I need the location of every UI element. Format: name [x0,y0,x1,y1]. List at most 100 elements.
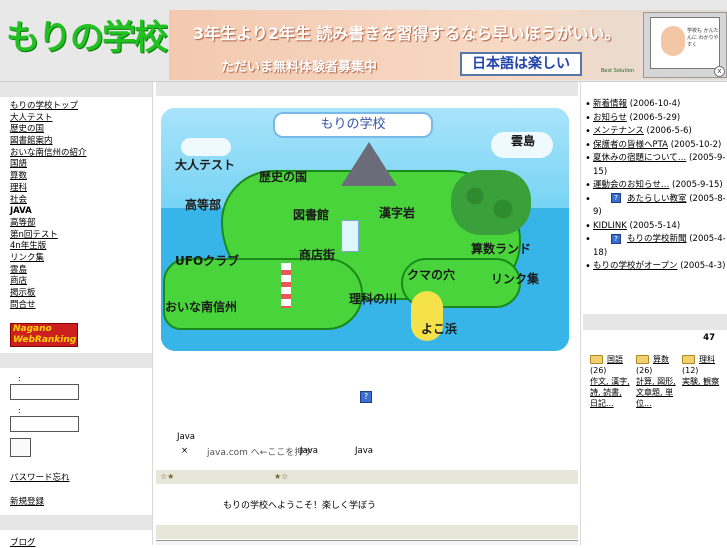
menu-item[interactable]: 4n年生版 [10,241,152,253]
map-label-links[interactable]: リンク集 [491,270,539,287]
news-item[interactable]: ?あたらしい教室 (2005-8-9) [585,193,727,220]
map-label-kanji-rock[interactable]: 漢字岩 [379,204,415,221]
username-label: : [18,374,21,384]
missing-image-icon: ? [611,193,621,203]
menu-item[interactable]: 高等部 [10,218,152,230]
laptop-screen: 学校も かんたんに わかりやすく [650,17,720,69]
folder-icon [590,355,603,364]
menu-item[interactable]: もりの学校トップ [10,101,152,113]
left-sidebar: もりの学校トップ 大人テスト 歴史の国 図書館案内 おいな南信州の紹介 国語 算… [0,82,153,548]
username-field[interactable] [10,384,79,401]
map-label-minami-shinshu[interactable]: おいな南信州 [165,298,237,315]
folder-icon [682,355,695,364]
school-map-image[interactable]: もりの学校 大人テスト 歴史の国 雲島 高等部 図書館 漢字岩 UFOクラブ 商… [161,108,569,351]
mountain-icon [341,142,397,186]
forest-icon [451,170,531,235]
menu-item[interactable]: 大人テスト [10,113,152,125]
java-mark: × [181,446,189,456]
menu-item[interactable]: 社会 [10,195,152,207]
right-sidebar: 新着情報 (2006-10-4) お知らせ (2006-5-29) メンテナンス… [580,82,727,545]
map-label-shopping[interactable]: 商店街 [299,246,335,263]
sidebar-header-bar [0,82,152,97]
news-list: 新着情報 (2006-10-4) お知らせ (2006-5-29) メンテナンス… [581,82,727,274]
forgot-password-link[interactable]: パスワード忘れ [10,471,152,483]
missing-image-icon[interactable]: ? [360,391,372,403]
blog-header-bar [0,515,152,531]
menu-item[interactable]: 図書館案内 [10,136,152,148]
banner-credit: Best Solution [601,68,635,74]
nagano-badge-line1: Nagano [13,324,52,335]
news-item[interactable]: 新着情報 (2006-10-4) [585,98,727,112]
folder-category[interactable]: 国語 (26) 作文, 漢字, 詩, 読書, 日記... [590,354,632,409]
menu-item[interactable]: 商店 [10,276,152,288]
menu-item[interactable]: 歴史の国 [10,124,152,136]
content-top-bar [156,82,578,96]
java-text-2: Java [300,446,318,456]
cloud-icon [181,138,231,156]
map-label-ufo-club[interactable]: UFOクラブ [175,252,239,269]
password-field[interactable] [10,416,79,433]
close-icon[interactable]: x [714,66,725,77]
login-button[interactable] [10,438,31,458]
map-label-high-school[interactable]: 高等部 [185,196,221,213]
folder-icon [636,355,649,364]
register-link[interactable]: 新規登録 [10,495,152,507]
ad-banner[interactable]: 3年生より2年生 読み書きを習得するなら早いほうがいい。 ただいま無料体験者募集… [169,10,727,80]
waterfall-icon [341,220,359,252]
menu-item[interactable]: リンク集 [10,253,152,265]
menu-item[interactable]: おいな南信州の紹介 [10,148,152,160]
menu-item[interactable]: 算数 [10,171,152,183]
java-text-3: Java [355,446,373,456]
map-label-math-land[interactable]: 算数ランド [471,240,531,257]
nagano-badge-line2: WebRanking [13,335,77,346]
sidebar-menu: もりの学校トップ 大人テスト 歴史の国 図書館案内 おいな南信州の紹介 国語 算… [0,97,152,311]
page-header: もりの学校 3年生より2年生 読み書きを習得するなら早いほうがいい。 ただいま無… [0,0,727,82]
news-item[interactable]: ?もりの学校新聞 (2005-4-18) [585,233,727,260]
menu-item-java[interactable]: JAVA [10,206,152,218]
banner-button[interactable]: 日本語は楽しい [460,52,582,76]
folder-category[interactable]: 算数 (26) 計算, 図形, 文章題, 単位... [636,354,678,409]
news-item[interactable]: もりの学校がオープン (2005-4-3) [585,260,727,274]
banner-headline: 3年生より2年生 読み書きを習得するなら早いほうがいい。 [193,24,621,43]
java-label: Java [177,432,195,442]
nagano-ranking-badge[interactable]: Nagano WebRanking [10,323,78,348]
map-label-adult-test[interactable]: 大人テスト [175,156,235,173]
news-item[interactable]: 保護者の皆様へPTA (2005-10-2) [585,139,727,153]
content-star-bar: ☆★ ★☆ [156,470,578,484]
map-label-yoko-beach[interactable]: よこ浜 [421,320,457,337]
map-label-history[interactable]: 歴史の国 [259,168,307,185]
map-label-library[interactable]: 図書館 [293,206,329,223]
map-title: もりの学校 [273,112,433,138]
news-item[interactable]: 運動会のお知らせ… (2005-9-15) [585,179,727,193]
java-download-link[interactable]: java.com へ←ここを押す [207,445,312,458]
map-label-cloud-island[interactable]: 雲島 [511,132,535,149]
menu-item[interactable]: 問合せ [10,300,152,312]
right-section-bar [583,314,727,330]
map-label-bear-cave[interactable]: クマの穴 [407,266,455,283]
password-label: : [18,406,21,416]
laptop-text: 学校も かんたんに わかりやすく [687,28,719,48]
news-item[interactable]: メンテナンス (2006-5-6) [585,125,727,139]
news-item[interactable]: お知らせ (2006-5-29) [585,112,727,126]
entry-count: 47 [703,333,715,343]
menu-item[interactable]: 掲示板 [10,288,152,300]
news-item[interactable]: 夏休みの宿題について… (2005-9-15) [585,152,727,179]
star-decoration-left: ☆★ [160,472,175,481]
site-logo[interactable]: もりの学校 [6,10,168,59]
lighthouse-icon [281,263,291,308]
content-footer-strip [156,540,578,545]
menu-item[interactable]: 国語 [10,159,152,171]
main-content: もりの学校 大人テスト 歴史の国 雲島 高等部 図書館 漢字岩 UFOクラブ 商… [153,82,580,545]
menu-item[interactable]: 第n回テスト [10,230,152,242]
folder-category[interactable]: 理科 (12) 実験, 観察 [682,354,724,409]
news-item[interactable]: KIDLINK (2005-5-14) [585,220,727,234]
welcome-message: もりの学校へようこそ！楽しく学ぼう [223,501,377,511]
category-folders: 国語 (26) 作文, 漢字, 詩, 読書, 日記... 算数 (26) 計算,… [590,354,727,409]
menu-item[interactable]: 雲島 [10,265,152,277]
menu-item[interactable]: 理科 [10,183,152,195]
banner-subline: ただいま無料体験者募集中 [221,60,378,75]
blog-link[interactable]: ブログ [10,536,152,548]
star-decoration-right: ★☆ [274,472,289,481]
person-icon [661,26,685,56]
map-label-science-river[interactable]: 理科の川 [349,290,397,307]
